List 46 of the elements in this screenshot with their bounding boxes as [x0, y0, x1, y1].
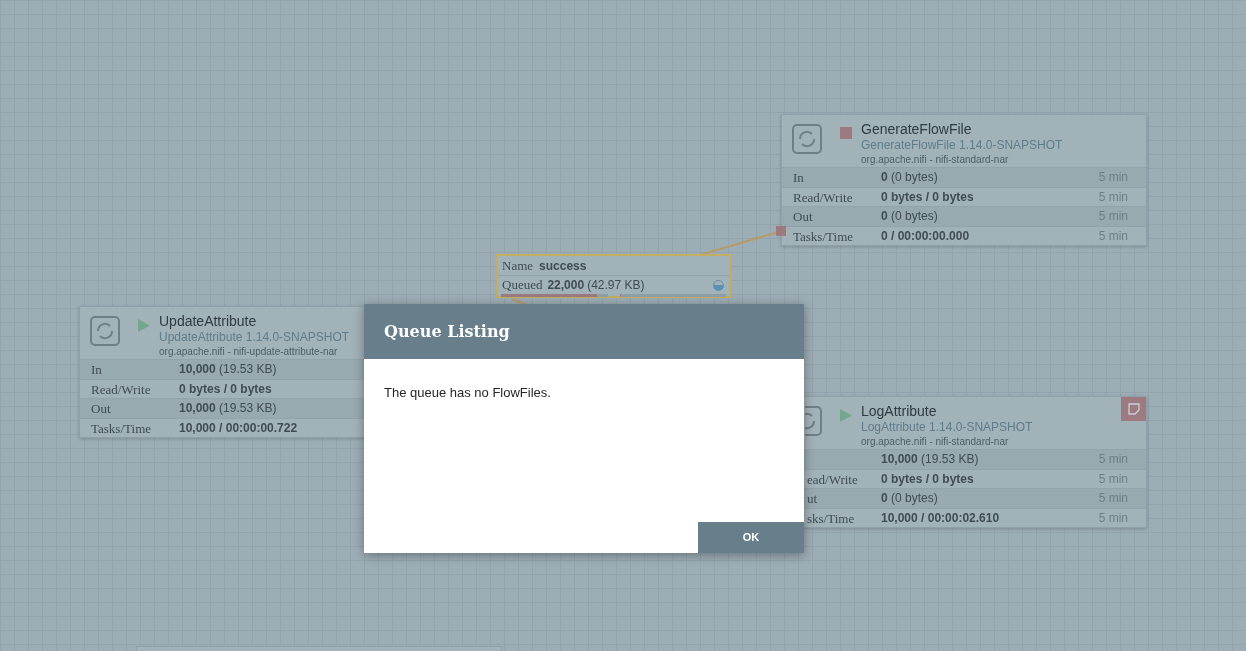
stat-label: Tasks/Time [91, 420, 151, 436]
stat-value: 0 / 00:00:00.000 [881, 227, 970, 245]
stat-value: 0 bytes / 0 bytes [881, 470, 974, 488]
port-marker [776, 226, 786, 236]
stat-label: Tasks/Time [793, 228, 853, 244]
stat-label: Out [91, 401, 111, 417]
stat-label: Out [793, 209, 813, 225]
processor-icon [805, 405, 823, 437]
stat-label: Read/Write [793, 189, 853, 205]
stat-value: 0 bytes / 0 bytes [179, 380, 272, 398]
load-balance-icon [713, 279, 724, 291]
stat-value: 0 (0 bytes) [881, 169, 938, 187]
bulletin-icon[interactable] [1121, 397, 1146, 421]
name-label: Name [502, 256, 534, 275]
stat-value: 0 (0 bytes) [881, 490, 938, 508]
stat-value: 0 (0 bytes) [881, 208, 938, 226]
stat-label: In [91, 362, 102, 378]
stat-value: 10,000 (19.53 KB) [179, 400, 277, 418]
stat-value: 10,000 (19.53 KB) [179, 361, 277, 379]
processor-type: GenerateFlowFile 1.14.0-SNAPSHOT [861, 138, 1063, 153]
processor-type: LogAttribute 1.14.0-SNAPSHOT [861, 420, 1033, 435]
queued-label: Queued [502, 276, 543, 295]
stat-label: In [793, 170, 804, 186]
processor-name: GenerateFlowFile [861, 120, 973, 138]
connection-line[interactable] [699, 231, 779, 256]
processor-name: UpdateAttribute [159, 312, 258, 330]
stat-value: 10,000 / 00:00:00.722 [179, 419, 298, 437]
stat-label: Read/Write [91, 381, 151, 397]
bundle-name: org.apache.nifi - nifi-standard-nar [861, 435, 1010, 448]
queued-count: 22,000 [547, 277, 585, 294]
stat-label: ead/Write [807, 471, 858, 487]
stat-label: ut [807, 491, 818, 507]
processor-icon [89, 315, 121, 347]
ok-button[interactable]: OK [698, 522, 804, 553]
queued-size: (42.97 KB) [587, 277, 645, 294]
bundle-name: org.apache.nifi - nifi-standard-nar [861, 153, 1010, 166]
bundle-name: org.apache.nifi - nifi-update-attribute-nar [159, 345, 339, 358]
processor-type: UpdateAttribute 1.14.0-SNAPSHOT [159, 330, 350, 345]
stat-value: 10,000 (19.53 KB) [881, 451, 979, 469]
connection-name: success [539, 257, 587, 275]
stat-value: 0 bytes / 0 bytes [881, 188, 974, 206]
connection-label[interactable]: Name success Queued 22,000 (42.97 KB) [496, 254, 731, 298]
stat-label: sks/Time [807, 510, 855, 526]
processor-name: LogAttribute [861, 402, 938, 420]
processor-icon [791, 123, 823, 155]
stat-value: 10,000 / 00:00:02.610 [881, 509, 1000, 527]
